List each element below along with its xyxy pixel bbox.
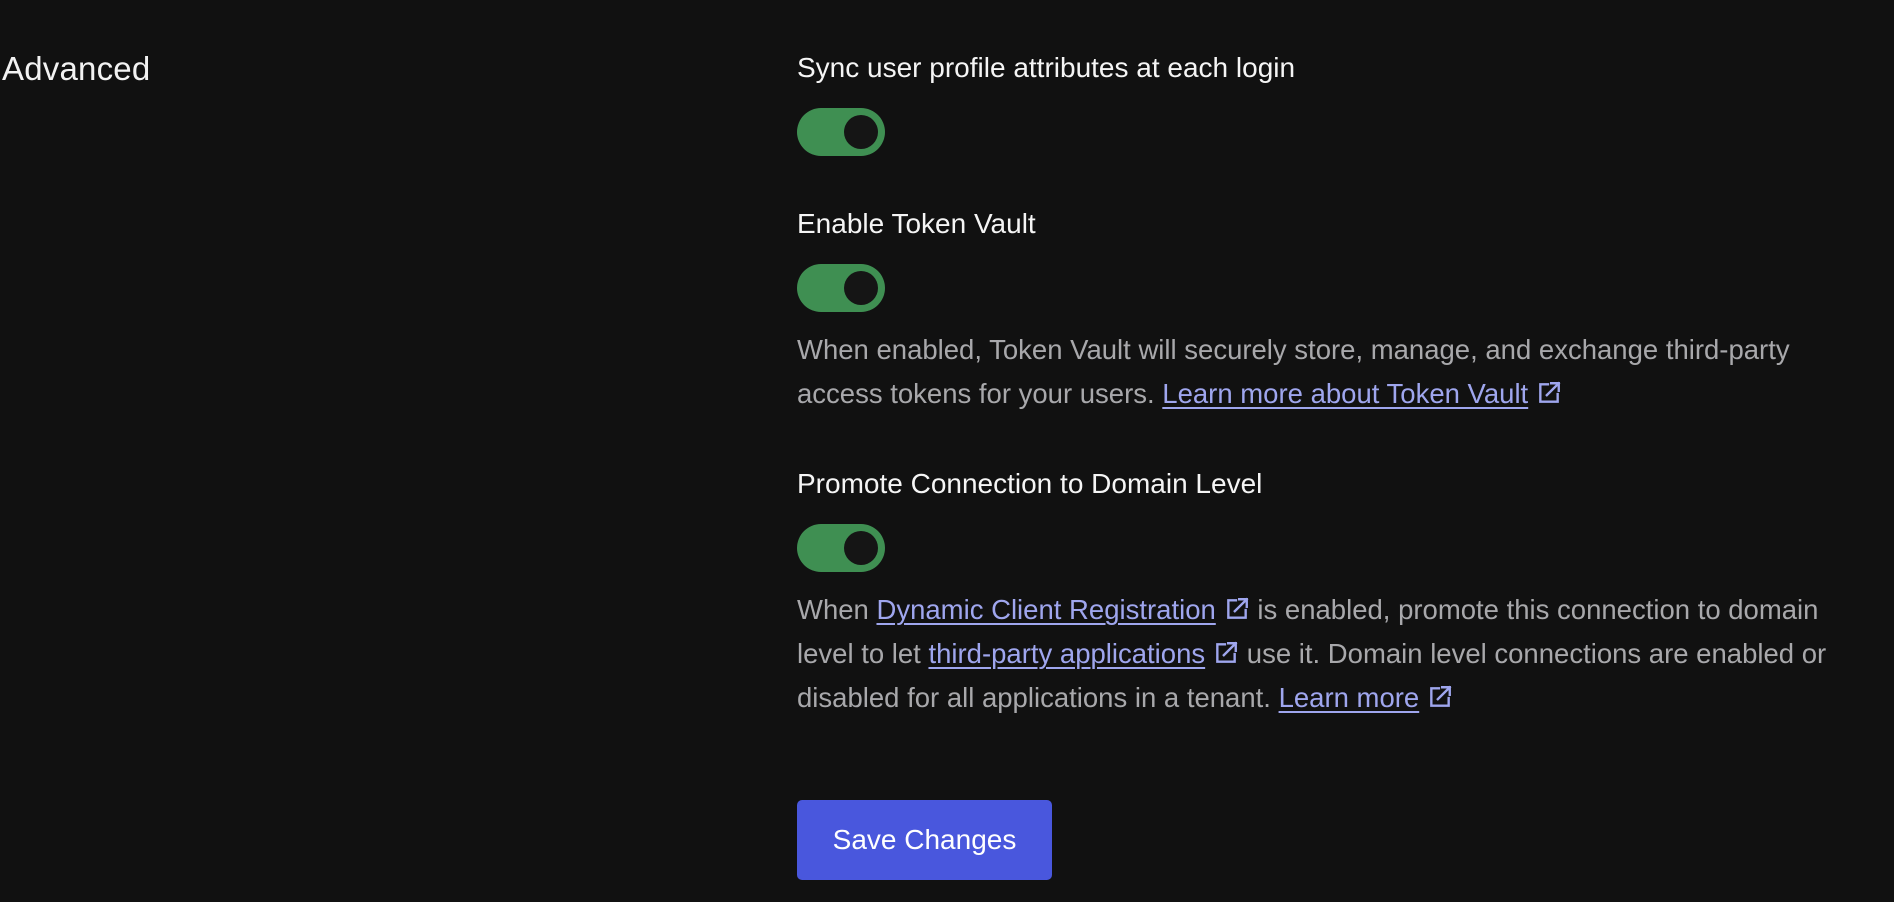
domain-level-desc-part1: When (797, 594, 869, 625)
advanced-settings-page: Advanced Sync user profile attributes at… (0, 0, 1894, 902)
external-link-icon[interactable] (1536, 380, 1562, 406)
token-vault-toggle[interactable] (797, 264, 885, 312)
sync-profile-label: Sync user profile attributes at each log… (797, 52, 1296, 83)
token-vault-description: When enabled, Token Vault will securely … (797, 328, 1857, 416)
dynamic-client-registration-link[interactable]: Dynamic Client Registration (876, 594, 1215, 625)
sync-profile-toggle[interactable] (797, 108, 885, 156)
toggle-knob (844, 271, 878, 305)
domain-level-label: Promote Connection to Domain Level (797, 468, 1263, 499)
token-vault-label: Enable Token Vault (797, 208, 1036, 239)
toggle-knob (844, 531, 878, 565)
domain-level-description: When Dynamic Client Registration is enab… (797, 588, 1857, 720)
external-link-icon[interactable] (1224, 596, 1250, 622)
domain-level-learn-more-link[interactable]: Learn more (1279, 682, 1420, 713)
external-link-icon[interactable] (1427, 684, 1453, 710)
external-link-icon[interactable] (1213, 640, 1239, 666)
section-title: Advanced (2, 50, 151, 87)
third-party-applications-link[interactable]: third-party applications (928, 638, 1205, 669)
domain-level-toggle[interactable] (797, 524, 885, 572)
save-changes-button[interactable]: Save Changes (797, 800, 1052, 880)
toggle-knob (844, 115, 878, 149)
token-vault-learn-more-link[interactable]: Learn more about Token Vault (1162, 378, 1528, 409)
